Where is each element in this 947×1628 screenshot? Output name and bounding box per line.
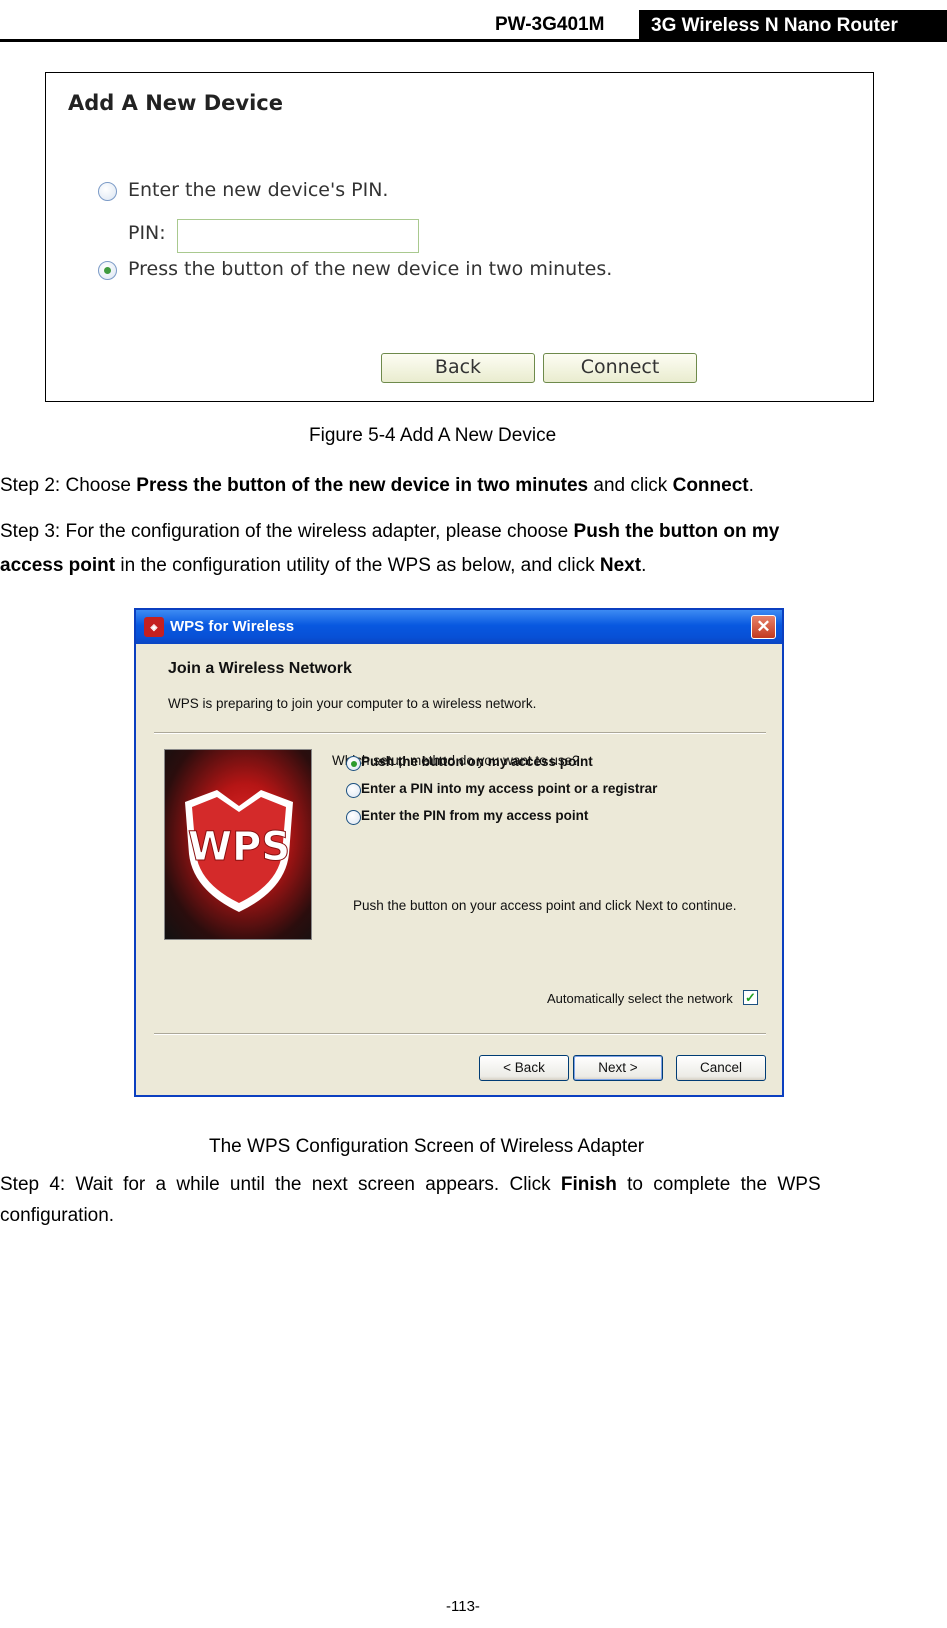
- add-device-figure: Add A New Device Enter the new device's …: [45, 72, 874, 402]
- wps-logo-image: WPS: [164, 749, 312, 940]
- radio-enter-pin-registrar[interactable]: [346, 783, 361, 798]
- back-button[interactable]: < Back: [479, 1055, 569, 1081]
- option-enter-pin-registrar: Enter a PIN into my access point or a re…: [361, 781, 658, 796]
- step2-text: Step 2: Choose Press the button of the n…: [0, 469, 754, 503]
- step3-mid: in the configuration utility of the WPS …: [115, 555, 600, 576]
- radio-enter-pin[interactable]: [98, 182, 117, 201]
- instruction-note: Push the button on your access point and…: [353, 898, 737, 913]
- option-enter-pin-from-ap: Enter the PIN from my access point: [361, 808, 589, 823]
- figure2-caption: The WPS Configuration Screen of Wireless…: [209, 1136, 645, 1157]
- divider-top: [154, 732, 766, 734]
- back-button[interactable]: Back: [381, 353, 535, 383]
- close-icon[interactable]: ✕: [751, 615, 776, 639]
- wps-logo-text: WPS: [188, 824, 290, 870]
- option-push-button: Push the button on my access point: [361, 754, 593, 769]
- wps-window: ◈ WPS for Wireless ✕ Join a Wireless Net…: [134, 608, 784, 1097]
- step4-end: to complete the WPS: [616, 1174, 821, 1195]
- header-rule: [0, 39, 947, 42]
- option-press-button-label: Press the button of the new device in tw…: [128, 258, 613, 280]
- wps-app-icon: ◈: [144, 617, 164, 637]
- auto-select-checkbox[interactable]: ✓: [743, 990, 758, 1005]
- divider-bottom: [154, 1033, 766, 1035]
- step3-bold-next: Next: [599, 555, 642, 576]
- wps-heading: Join a Wireless Network: [168, 660, 352, 677]
- step3-line2: access point in the configuration utilit…: [0, 549, 646, 583]
- step3-line1: Step 3: For the configuration of the wir…: [0, 515, 779, 549]
- cancel-button[interactable]: Cancel: [676, 1055, 766, 1081]
- step3-bold-push: Push the button on my: [573, 521, 780, 542]
- wps-window-title: WPS for Wireless: [170, 618, 295, 635]
- add-device-title: Add A New Device: [68, 91, 283, 115]
- header-product: 3G Wireless N Nano Router: [639, 10, 947, 40]
- page-header: PW-3G401M 3G Wireless N Nano Router: [0, 0, 947, 42]
- step2-prefix: Step 2: Choose: [0, 475, 137, 496]
- step4-line2: configuration.: [0, 1205, 115, 1226]
- wps-shield-icon: WPS: [185, 790, 293, 912]
- wps-subtitle: WPS is preparing to join your computer t…: [168, 696, 537, 711]
- radio-enter-pin-from-ap[interactable]: [346, 810, 361, 825]
- step2-mid: and click: [588, 475, 673, 496]
- step2-end: .: [748, 475, 754, 496]
- auto-select-label: Automatically select the network: [547, 991, 733, 1006]
- connect-button[interactable]: Connect: [543, 353, 697, 383]
- step4-bold-finish: Finish: [560, 1174, 617, 1195]
- step3-bold-access-point: access point: [0, 555, 116, 576]
- option-enter-pin-label: Enter the new device's PIN.: [128, 179, 389, 201]
- header-model: PW-3G401M: [495, 14, 605, 35]
- step2-bold-connect: Connect: [672, 475, 749, 496]
- figure1-caption: Figure 5-4 Add A New Device: [309, 425, 557, 446]
- pin-label: PIN:: [128, 222, 166, 244]
- radio-push-button[interactable]: [346, 756, 361, 771]
- radio-press-button[interactable]: [98, 261, 117, 280]
- wps-titlebar[interactable]: ◈ WPS for Wireless ✕: [136, 610, 782, 644]
- step4-line1: Step 4: Wait for a while until the next …: [0, 1168, 918, 1202]
- step2-bold-option: Press the button of the new device in tw…: [136, 475, 589, 496]
- step4-prefix: Step 4: Wait for a while until the next …: [0, 1174, 561, 1195]
- step3-prefix: Step 3: For the configuration of the wir…: [0, 521, 574, 542]
- page-number: -113-: [446, 1598, 480, 1615]
- pin-input[interactable]: [177, 219, 419, 253]
- next-button[interactable]: Next >: [573, 1055, 663, 1081]
- step3-end: .: [641, 555, 647, 576]
